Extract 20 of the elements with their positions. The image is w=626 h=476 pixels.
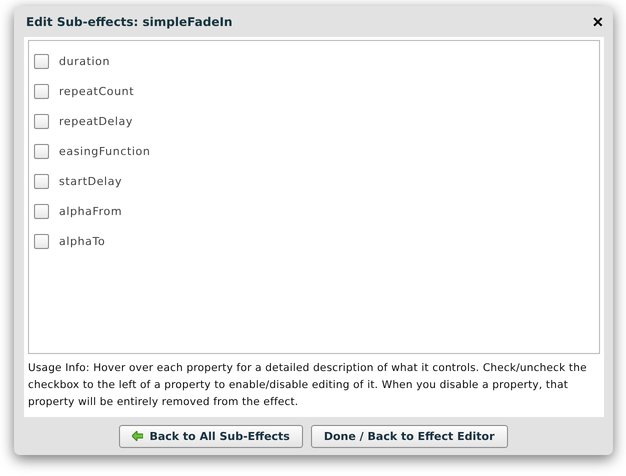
checkbox[interactable] — [34, 84, 49, 98]
checkbox[interactable] — [34, 114, 49, 128]
checkbox[interactable] — [34, 174, 49, 188]
checkbox[interactable] — [34, 144, 49, 158]
left-arrow-icon — [132, 431, 144, 441]
back-button[interactable]: Back to All Sub-Effects — [119, 424, 303, 448]
property-label: easingFunction — [59, 144, 150, 158]
done-button[interactable]: Done / Back to Effect Editor — [310, 424, 508, 448]
property-label: alphaTo — [59, 234, 106, 248]
property-label: repeatCount — [59, 84, 134, 98]
usage-info: Usage Info: Hover over each property for a detailed description of what it controls. Check/uncheck the checkbox to the left of a property to enable/disable editing of it. When you disable a property, that property will be entirely removed from the effect. — [28, 361, 588, 410]
property-label: alphaFrom — [59, 204, 122, 218]
close-button[interactable]: ✕ — [592, 14, 604, 30]
checkbox[interactable] — [34, 204, 49, 218]
property-label: repeatDelay — [59, 114, 133, 128]
dialog-title: Edit Sub-effects: simpleFadeIn — [26, 14, 232, 28]
checkbox[interactable] — [34, 234, 49, 248]
property-label: startDelay — [59, 174, 122, 188]
checkbox[interactable] — [34, 54, 49, 68]
property-label: duration — [59, 54, 110, 68]
